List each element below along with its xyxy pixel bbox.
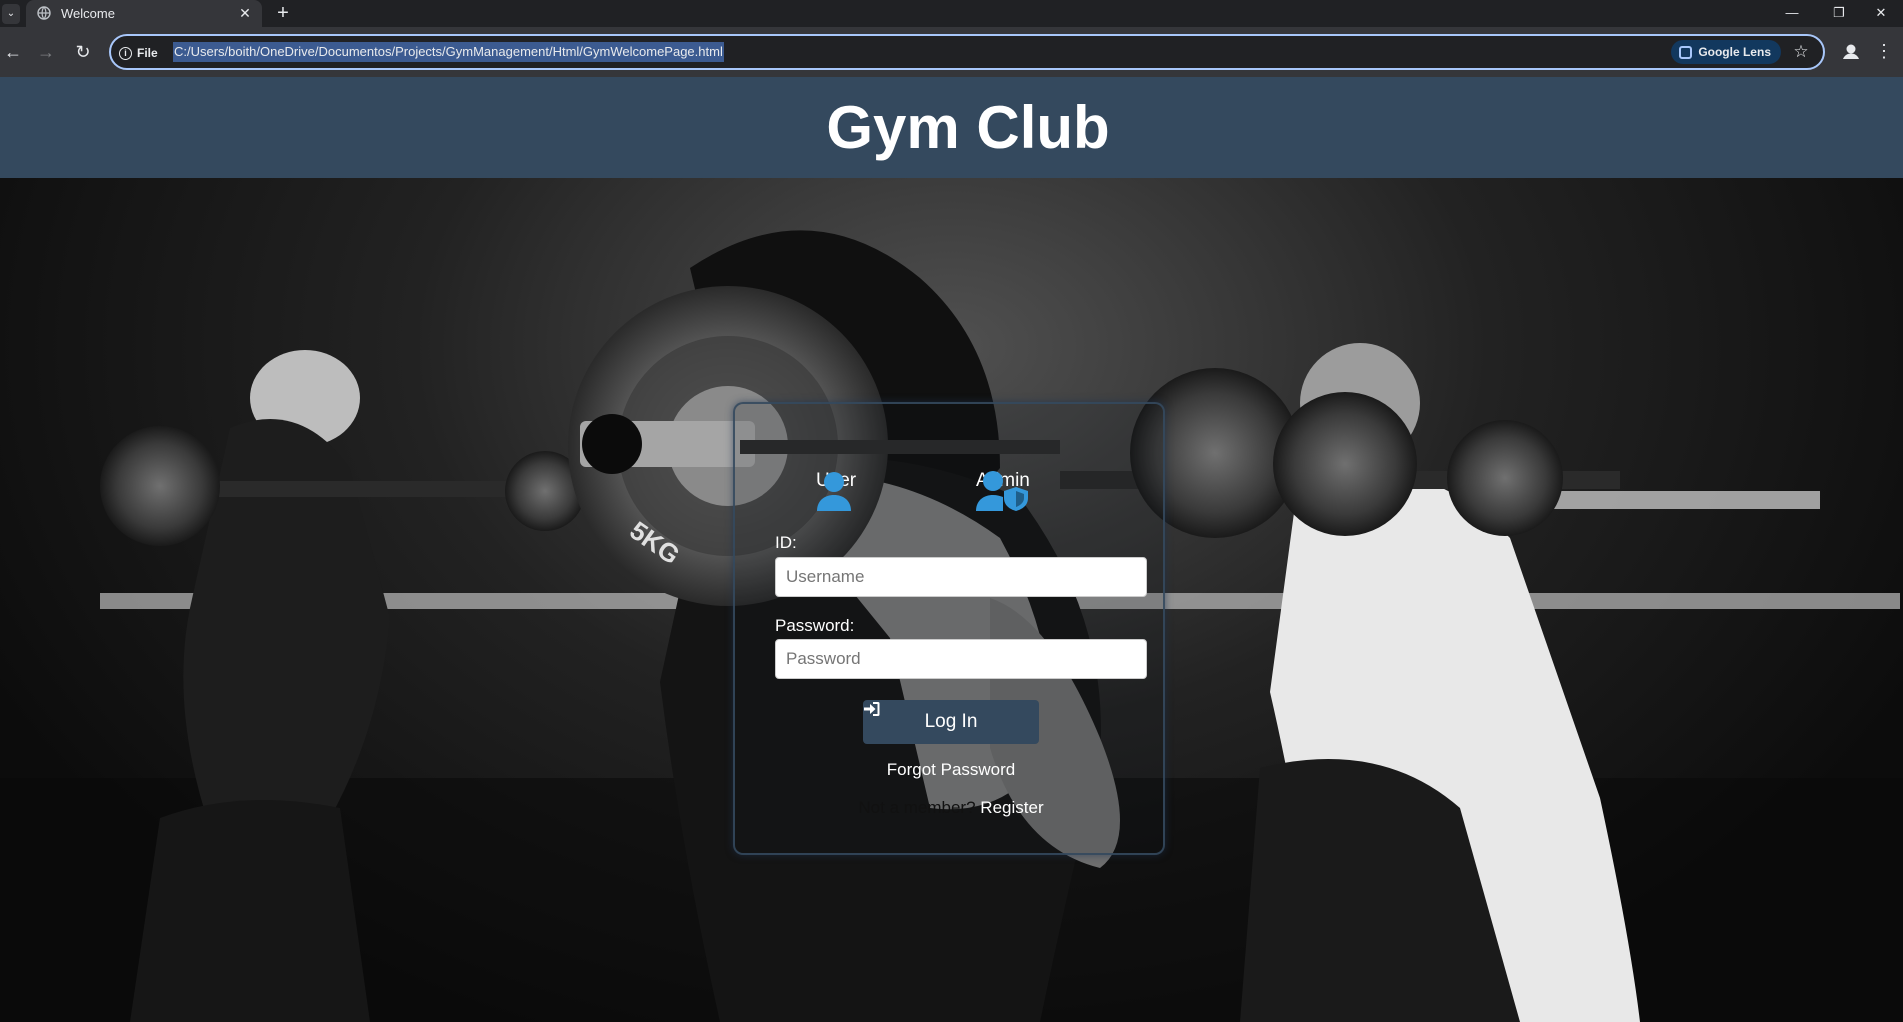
site-info-chip[interactable]: i File [119,43,158,63]
window-close-icon[interactable]: ✕ [1859,0,1903,27]
reload-icon[interactable]: ↻ [70,39,96,65]
forward-icon[interactable]: → [33,39,59,65]
tab-search-icon[interactable]: ⌄ [2,4,20,24]
globe-icon [37,6,51,20]
not-member-text: Not a member? [858,798,976,817]
register-line: Not a member? Register [735,798,1167,818]
restore-icon[interactable]: ❐ [1817,0,1861,27]
browser-tabstrip: ⌄ Welcome ✕ + — ❐ ✕ [0,0,1903,27]
info-icon: i [119,46,132,60]
tab-title: Welcome [61,6,115,21]
plus-icon[interactable]: + [272,2,294,24]
site-info-label: File [137,46,158,60]
user-icon [817,472,851,511]
username-input[interactable] [775,557,1147,597]
google-lens-label: Google Lens [1698,45,1771,59]
site-header: Gym Club [0,77,1903,178]
page: Gym Club 5KG ID: Username Password: Log … [0,77,1903,1022]
address-bar[interactable]: i File C:/Users/boith/OneDrive/Documento… [109,34,1825,70]
star-icon[interactable]: ☆ [1789,40,1813,64]
login-panel: User Admin ID: Password: [733,402,1165,855]
login-button-label: Log In [924,711,978,732]
role-admin-button[interactable]: Admin [976,471,1030,511]
close-icon[interactable]: ✕ [236,4,254,22]
more-menu-icon[interactable]: ⋮ [1873,39,1895,65]
role-user-button[interactable]: User [816,471,856,511]
google-lens-button[interactable]: Google Lens [1671,40,1781,64]
forgot-password-link[interactable]: Forgot Password [735,760,1167,780]
profile-icon[interactable] [1838,39,1864,65]
sign-in-icon [864,702,880,716]
id-label: ID: [775,533,797,552]
url-text[interactable]: C:/Users/boith/OneDrive/Documentos/Proje… [173,42,724,62]
back-icon[interactable]: ← [0,39,26,65]
login-button[interactable]: Log In [863,700,1039,744]
password-label: Password: [775,616,855,635]
password-input[interactable] [775,639,1147,679]
minimize-icon[interactable]: — [1770,0,1814,27]
browser-toolbar: ← → ↻ i File C:/Users/boith/OneDrive/Doc… [0,27,1903,77]
browser-tab[interactable]: Welcome ✕ [26,0,262,27]
hero-background-photo: 5KG User Admin ID: [0,178,1903,1022]
admin-shield-icon [976,471,1028,511]
register-link[interactable]: Register [980,798,1043,817]
page-title: Gym Club [826,94,1110,161]
google-lens-icon [1679,45,1693,59]
